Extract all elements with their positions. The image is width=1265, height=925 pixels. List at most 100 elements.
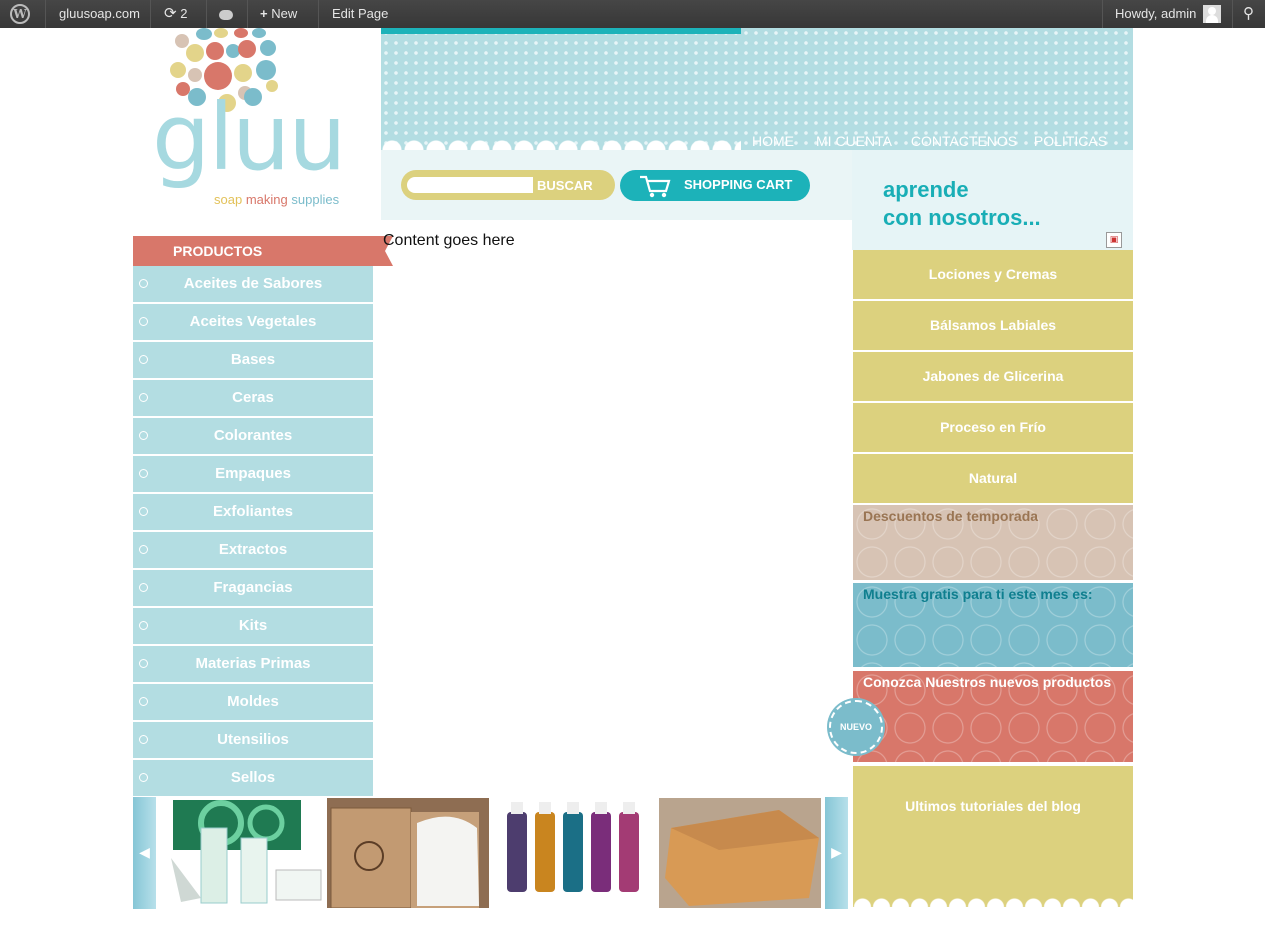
logo-wordmark: gluu bbox=[152, 84, 347, 191]
sidebar-item-label: Aceites de Sabores bbox=[183, 275, 323, 292]
category-item[interactable]: Proceso en Frío bbox=[853, 403, 1133, 452]
new-content-link[interactable]: + New bbox=[260, 0, 297, 28]
carousel-image-bottles[interactable] bbox=[493, 798, 655, 908]
category-item[interactable]: Bálsamos Labiales bbox=[853, 301, 1133, 350]
promo-nuevos-text: Conozca Nuestros nuevos productos bbox=[863, 674, 1112, 690]
circle-bullet-icon bbox=[139, 545, 148, 554]
chevron-left-icon: ◀ bbox=[139, 845, 150, 861]
aprende-box[interactable]: aprende con nosotros... bbox=[852, 150, 1133, 250]
account-greeting[interactable]: Howdy, admin bbox=[1115, 0, 1196, 28]
chevron-right-icon: ▶ bbox=[831, 845, 842, 861]
category-item-label: Bálsamos Labiales bbox=[929, 317, 1057, 333]
tab-mi-cuenta[interactable]: MI CUENTA bbox=[808, 132, 900, 150]
sidebar-item[interactable]: Sellos bbox=[133, 760, 373, 796]
tab-politicas-label: POLITICAS bbox=[1033, 133, 1108, 149]
sidebar-item[interactable]: Aceites de Sabores bbox=[133, 266, 373, 302]
sidebar-item[interactable]: Bases bbox=[133, 342, 373, 378]
tagline-soap: soap bbox=[214, 192, 243, 207]
banner-scallop-border bbox=[381, 128, 741, 150]
sidebar-item[interactable]: Utensilios bbox=[133, 722, 373, 758]
sidebar-item-label: Kits bbox=[238, 617, 268, 634]
blog-tutorials-box[interactable]: Ultimos tutoriales del blog bbox=[853, 766, 1133, 907]
category-item-label: Natural bbox=[968, 470, 1018, 486]
sidebar-item[interactable]: Exfoliantes bbox=[133, 494, 373, 530]
circle-bullet-icon bbox=[139, 279, 148, 288]
circle-bullet-icon bbox=[139, 621, 148, 630]
broken-image-icon: ▣ bbox=[1106, 232, 1122, 248]
sidebar-item[interactable]: Ceras bbox=[133, 380, 373, 416]
promo-muestra-text: Muestra gratis para ti este mes es: bbox=[863, 586, 1093, 602]
sidebar-item-label: Exfoliantes bbox=[212, 503, 294, 520]
divider bbox=[1232, 0, 1233, 28]
site-name-link[interactable]: gluusoap.com bbox=[59, 0, 140, 28]
circle-bullet-icon bbox=[139, 773, 148, 782]
comment-bubble-icon bbox=[219, 9, 233, 20]
circle-bullet-icon bbox=[139, 469, 148, 478]
refresh-icon: ⟳ bbox=[164, 5, 177, 22]
carousel-next-button[interactable]: ▶ bbox=[825, 797, 848, 909]
search-icon[interactable]: ⚲ bbox=[1243, 0, 1254, 28]
sidebar-item[interactable]: Empaques bbox=[133, 456, 373, 492]
circle-bullet-icon bbox=[139, 697, 148, 706]
tab-home[interactable]: HOME bbox=[743, 132, 803, 150]
search-button[interactable]: BUSCAR bbox=[537, 178, 593, 193]
avatar[interactable] bbox=[1203, 5, 1221, 23]
category-item-label: Jabones de Glicerina bbox=[922, 368, 1064, 384]
promo-nuevos-productos[interactable]: Conozca Nuestros nuevos productos bbox=[853, 671, 1133, 762]
updates-link[interactable]: ⟳ 2 bbox=[164, 0, 187, 28]
divider bbox=[318, 0, 319, 28]
carousel-prev-button[interactable]: ◀ bbox=[133, 797, 156, 909]
sidebar-item-label: Aceites Vegetales bbox=[189, 313, 317, 330]
admin-bar: W gluusoap.com ⟳ 2 + New Edit Page Howdy… bbox=[0, 0, 1265, 28]
circle-bullet-icon bbox=[139, 355, 148, 364]
sidebar-item-label: Bases bbox=[230, 351, 276, 368]
sidebar-item-label: Colorantes bbox=[213, 427, 293, 444]
sidebar-item[interactable]: Colorantes bbox=[133, 418, 373, 454]
productos-heading: PRODUCTOS bbox=[133, 236, 393, 266]
sidebar-item[interactable]: Extractos bbox=[133, 532, 373, 568]
tab-home-label: HOME bbox=[752, 133, 794, 149]
sidebar-item-label: Moldes bbox=[227, 693, 279, 710]
sidebar-item-label: Utensilios bbox=[217, 731, 289, 748]
tagline-making: making bbox=[245, 192, 288, 207]
updates-count: 2 bbox=[180, 6, 188, 21]
category-item-label: Proceso en Frío bbox=[940, 419, 1046, 435]
circle-bullet-icon bbox=[139, 317, 148, 326]
promo-descuentos-text: Descuentos de temporada bbox=[863, 508, 1039, 524]
plus-icon: + bbox=[260, 6, 268, 21]
sidebar-item[interactable]: Fragancias bbox=[133, 570, 373, 606]
divider bbox=[1102, 0, 1103, 28]
tab-politicas[interactable]: POLITICAS bbox=[1029, 132, 1112, 150]
tab-contactenos-label: CONTACTENOS bbox=[910, 133, 1018, 149]
category-item[interactable]: Natural bbox=[853, 454, 1133, 503]
shopping-cart-icon bbox=[640, 175, 671, 198]
products-list: Aceites de Sabores Aceites Vegetales Bases… bbox=[133, 266, 373, 798]
category-item[interactable]: Jabones de Glicerina bbox=[853, 352, 1133, 401]
shopping-cart-button[interactable]: SHOPPING CART bbox=[620, 170, 810, 201]
sidebar-item[interactable]: Aceites Vegetales bbox=[133, 304, 373, 340]
divider bbox=[150, 0, 151, 28]
tagline-supplies: supplies bbox=[291, 192, 340, 207]
carousel-image-gift-set[interactable] bbox=[161, 798, 323, 908]
search-input[interactable] bbox=[407, 177, 533, 193]
circle-bullet-icon bbox=[139, 659, 148, 668]
category-item[interactable]: Lociones y Cremas bbox=[853, 250, 1133, 299]
sidebar-item-label: Ceras bbox=[232, 389, 274, 406]
promo-muestra-gratis[interactable]: Muestra gratis para ti este mes es: bbox=[853, 583, 1133, 667]
sidebar-item[interactable]: Moldes bbox=[133, 684, 373, 720]
promo-descuentos[interactable]: Descuentos de temporada bbox=[853, 505, 1133, 580]
new-label: New bbox=[271, 6, 298, 21]
comments-link[interactable] bbox=[219, 0, 233, 28]
circle-bullet-icon bbox=[139, 393, 148, 402]
productos-title: PRODUCTOS bbox=[173, 243, 263, 259]
carousel-image-box-and-beads[interactable] bbox=[327, 798, 489, 909]
sidebar-item[interactable]: Kits bbox=[133, 608, 373, 644]
wordpress-logo-icon[interactable]: W bbox=[10, 4, 30, 24]
tab-contactenos[interactable]: CONTACTENOS bbox=[905, 132, 1023, 150]
product-carousel: ◀ ▶ bbox=[133, 797, 849, 909]
carousel-image-soap-bar[interactable] bbox=[659, 798, 821, 908]
aprende-text: aprende con nosotros... bbox=[883, 177, 1041, 230]
blog-tutorials-text: Ultimos tutoriales del blog bbox=[905, 798, 1081, 814]
sidebar-item[interactable]: Materias Primas bbox=[133, 646, 373, 682]
edit-page-link[interactable]: Edit Page bbox=[332, 0, 388, 28]
